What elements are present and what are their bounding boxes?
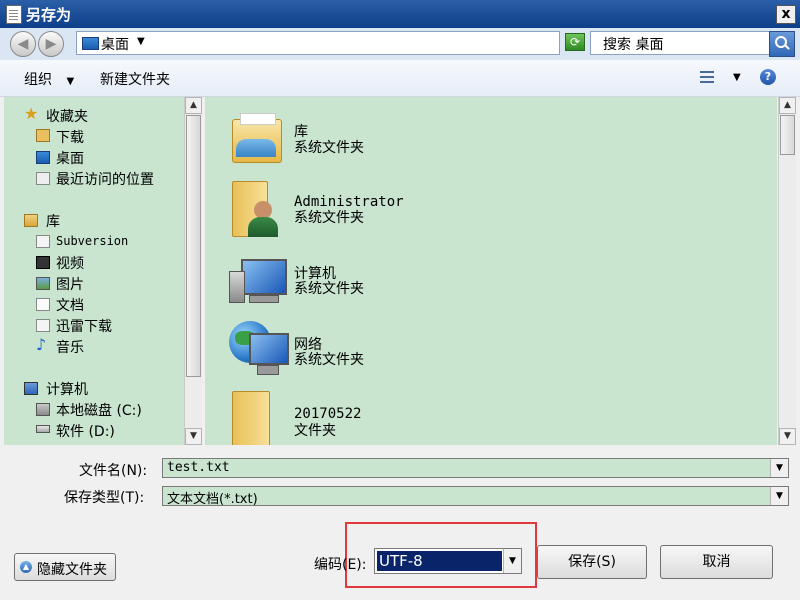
scroll-thumb[interactable] [186,115,201,377]
hide-folders-button[interactable]: ▲ 隐藏文件夹 [14,553,116,581]
local-disk-icon [36,403,50,416]
folder-icon[interactable] [230,389,282,445]
back-button[interactable]: ◀ [10,31,36,57]
network-icon[interactable] [227,319,289,379]
encoding-label: 编码(E): [314,557,367,573]
window-title: 另存为 [26,6,72,24]
collapse-up-icon: ▲ [20,561,32,573]
sidebar-item-drive-c[interactable]: 本地磁盘 (C:) [56,400,142,420]
scroll-down-icon[interactable]: ▼ [779,428,796,445]
new-folder-button[interactable]: 新建文件夹 [100,69,170,89]
close-button[interactable]: x [776,5,796,24]
sidebar-item-favorites[interactable]: 收藏夹 [46,106,88,126]
refresh-icon[interactable]: ⟳ [565,33,585,51]
address-chevron-icon[interactable]: ▼ [137,36,145,47]
sidebar-item-downloads[interactable]: 下载 [56,127,84,147]
pictures-icon [36,277,50,290]
sidebar-item-pictures[interactable]: 图片 [56,274,84,294]
search-input[interactable]: 搜索 桌面 [590,31,770,55]
notepad-icon [6,5,22,24]
drive-icon [36,425,50,433]
filetype-value: 文本文档(*.txt) [167,492,258,507]
computer-icon[interactable] [227,257,287,307]
item-type: 系统文件夹 [294,352,364,368]
filename-field[interactable]: test.txt ▼ [162,458,789,478]
user-folder-icon[interactable] [230,177,282,239]
sidebar-item-subversion[interactable]: Subversion [56,234,128,248]
scroll-down-icon[interactable]: ▼ [185,428,202,445]
scroll-up-icon[interactable]: ▲ [185,97,202,114]
title-bar: 另存为 x [0,0,800,28]
sidebar-item-recent[interactable]: 最近访问的位置 [56,169,154,189]
organize-button[interactable]: 组织 ▼ [24,69,74,89]
save-button[interactable]: 保存(S) [537,545,647,579]
view-chevron-down-icon[interactable]: ▼ [733,72,741,83]
video-icon [36,256,50,269]
encoding-value: UTF-8 [377,551,502,571]
address-bar[interactable]: 桌面 ▼ ▼ [76,31,625,55]
library-icon[interactable] [230,111,282,163]
help-icon[interactable]: ? [760,69,776,85]
filetype-select[interactable]: 文本文档(*.txt) ▼ [162,486,789,507]
sidebar-item-desktop[interactable]: 桌面 [56,148,84,168]
sidebar-item-computer[interactable]: 计算机 [46,379,88,399]
file-list-scrollbar[interactable]: ▲ ▼ [778,97,796,445]
sidebar-item-documents[interactable]: 文档 [56,295,84,315]
navigation-pane: ★ 收藏夹 下载 桌面 最近访问的位置 库 Subversion 视频 图片 文… [4,97,184,445]
sidebar-item-thunder[interactable]: 迅雷下载 [56,316,112,336]
sidebar-scrollbar[interactable]: ▲ ▼ [184,97,202,445]
item-type: 系统文件夹 [294,210,364,226]
downloads-folder-icon [36,129,50,142]
scroll-up-icon[interactable]: ▲ [779,97,796,114]
desktop-icon [82,37,99,50]
sidebar-item-videos[interactable]: 视频 [56,253,84,273]
documents-icon [36,298,50,311]
thunder-downloads-icon [36,319,50,332]
filename-dropdown-icon[interactable]: ▼ [770,459,788,477]
item-type: 系统文件夹 [294,140,364,156]
item-type: 系统文件夹 [294,281,364,297]
search-icon[interactable] [769,31,795,57]
sidebar-item-drive-d[interactable]: 软件 (D:) [56,421,115,441]
item-type: 文件夹 [294,423,336,439]
filetype-dropdown-icon[interactable]: ▼ [770,487,788,505]
address-text: 桌面 [101,37,129,53]
file-list: 库 系统文件夹 Administrator 系统文件夹 计算机 系统文件夹 网络… [205,97,777,445]
encoding-dropdown-icon[interactable]: ▼ [503,549,521,573]
sidebar-item-libraries[interactable]: 库 [46,211,60,231]
computer-icon [24,382,38,395]
filename-label: 文件名(N): [79,463,148,479]
hide-folders-label: 隐藏文件夹 [37,562,107,578]
sidebar-item-music[interactable]: 音乐 [56,337,84,357]
encoding-select[interactable]: UTF-8 ▼ [374,548,522,574]
forward-button[interactable]: ▶ [38,31,64,57]
search-placeholder: 搜索 桌面 [603,37,664,53]
filetype-label: 保存类型(T): [64,490,145,506]
star-icon: ★ [24,104,39,123]
chevron-down-icon: ▼ [66,76,75,87]
recent-places-icon [36,172,50,185]
cancel-button[interactable]: 取消 [660,545,773,579]
organize-label: 组织 [24,72,52,88]
view-options-icon[interactable] [700,70,714,84]
filename-value: test.txt [167,460,230,475]
music-icon: ♪ [36,335,47,354]
scroll-thumb[interactable] [780,115,795,155]
desktop-icon [36,151,50,164]
subversion-library-icon [36,235,50,248]
library-icon [24,214,38,227]
